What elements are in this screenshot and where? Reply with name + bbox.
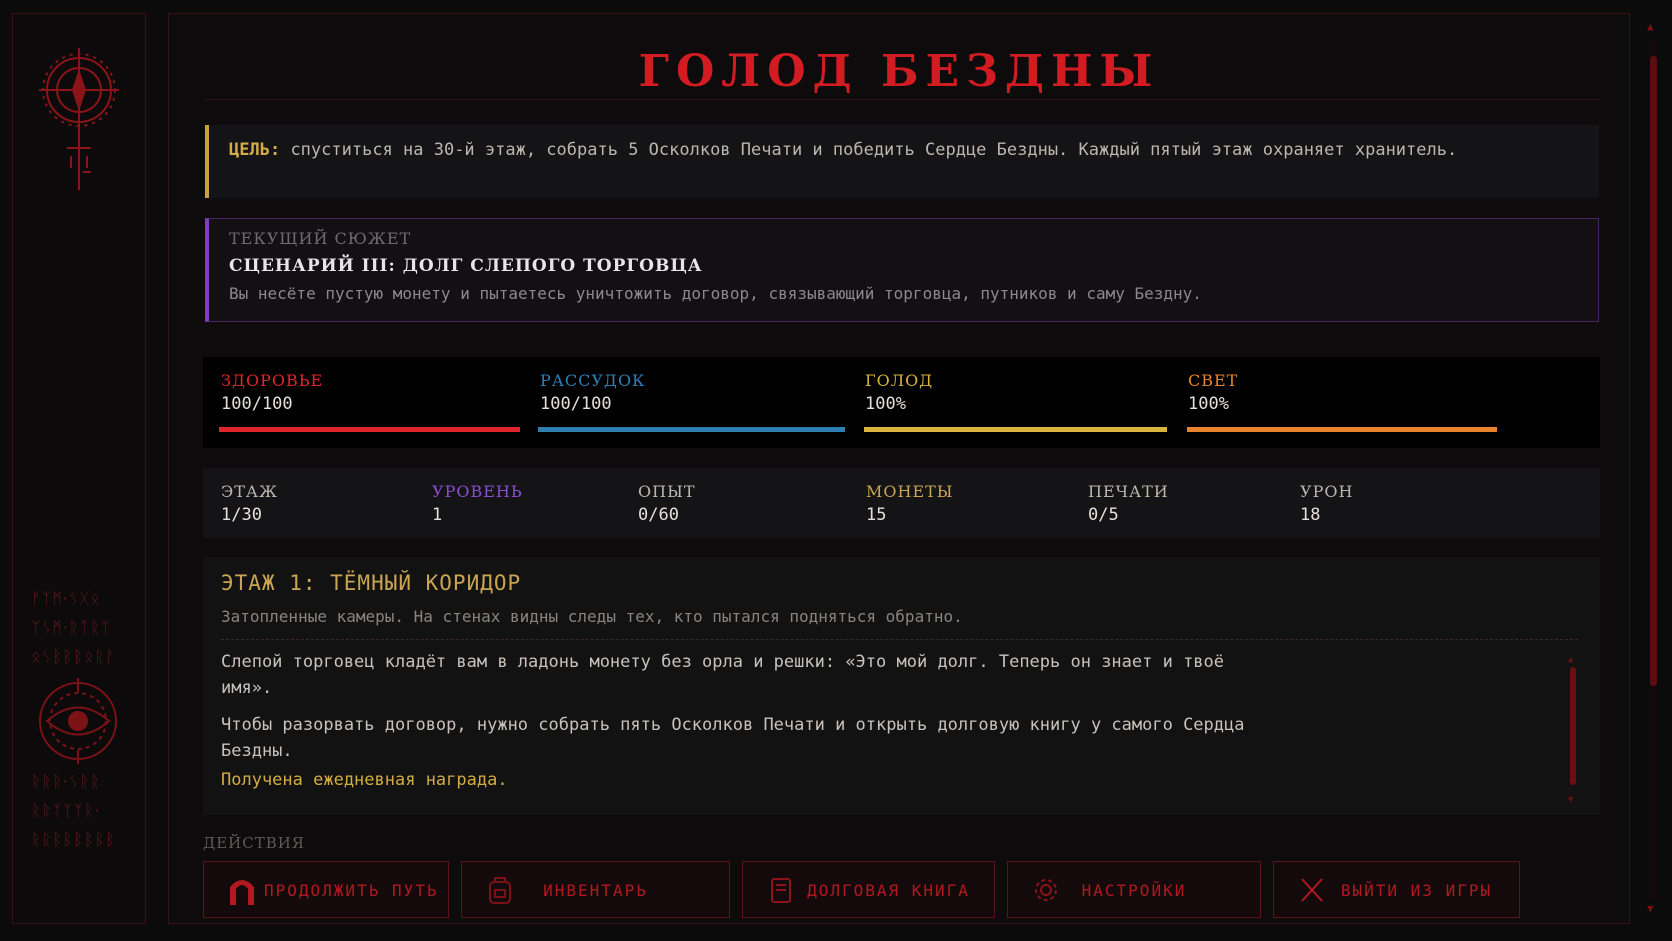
info-name: ОПЫТ	[638, 482, 696, 501]
info-value: 0/60	[638, 505, 679, 525]
stat-name: РАССУДОК	[540, 371, 646, 390]
info-name: УРОН	[1300, 482, 1354, 501]
goal-label: ЦЕЛЬ:	[229, 140, 281, 160]
scroll-up-icon[interactable]: ▲	[1568, 655, 1573, 665]
game-title: ГОЛОД БЕЗДНЫ	[638, 46, 1160, 97]
eye-sigil-icon	[39, 678, 117, 764]
button-label: НАСТРОЙКИ	[1081, 881, 1187, 900]
rune-line: ᛉᛊᛗ·ᚱᛏᚱᛉ	[31, 618, 112, 637]
scenario-description: Вы несёте пустую монету и пытаетесь унич…	[229, 284, 1202, 303]
stat-sanity: РАССУДОК 100/100	[540, 371, 645, 414]
scenario-title: СЦЕНАРИЙ III: ДОЛГ СЛЕПОГО ТОРГОВЦА	[229, 256, 703, 276]
goal-box: ЦЕЛЬ: спуститься на 30-й этаж, собрать 5…	[205, 125, 1599, 198]
settings-button[interactable]: НАСТРОЙКИ	[1007, 861, 1261, 918]
light-bar	[1187, 427, 1497, 432]
info-value: 0/5	[1088, 505, 1119, 525]
stat-value: 100%	[1188, 394, 1229, 414]
scroll-up-icon[interactable]: ▲	[1647, 20, 1654, 33]
stat-health: ЗДОРОВЬЕ 100/100	[221, 371, 323, 414]
info-damage: УРОН 18	[1300, 482, 1353, 525]
sanity-bar	[538, 427, 845, 432]
page-scrollbar[interactable]: ▲ ▼	[1646, 20, 1660, 918]
rune-inscription-bottom: ᚱᚱᚱ·ᛊᚱᚱ ᚱᚱᛉᛉᛉᚱ· ᚱᚱᛒᛒᛒᛒᛒᛒ	[31, 767, 116, 854]
stat-name: ЗДОРОВЬЕ	[221, 371, 324, 390]
log-scrollbar[interactable]: ▲ ▼	[1568, 655, 1576, 805]
continue-button[interactable]: ПРОДОЛЖИТЬ ПУТЬ	[203, 861, 449, 918]
button-label: ВЫЙТИ ИЗ ИГРЫ	[1340, 881, 1493, 900]
rune-line: ᛟᛊᛒᛒᛒᛟᚱᚨ	[31, 647, 116, 666]
scroll-down-icon[interactable]: ▼	[1647, 902, 1654, 915]
rune-line: ᚠᛉᛗ·ᛊᚷᛟ	[31, 589, 101, 608]
info-name: ПЕЧАТИ	[1088, 482, 1169, 501]
log-entry: Слепой торговец кладёт вам в ладонь моне…	[221, 652, 1225, 698]
rune-line: ᚱᚱᚱ·ᛊᚱᚱ	[31, 772, 101, 791]
info-name: ЭТАЖ	[221, 482, 279, 501]
compass-sigil-icon	[39, 48, 119, 190]
info-experience: ОПЫТ 0/60	[638, 482, 695, 525]
stat-value: 100/100	[540, 394, 612, 414]
info-seals: ПЕЧАТИ 0/5	[1088, 482, 1169, 525]
stat-value: 100/100	[221, 394, 293, 414]
main-panel: ГОЛОД БЕЗДНЫ ЦЕЛЬ: спуститься на 30-й эт…	[168, 13, 1630, 924]
rune-line: ᚱᚱᛒᛒᛒᛒᛒᛒ	[31, 830, 116, 849]
goal-text: спуститься на 30-й этаж, собрать 5 Оскол…	[290, 140, 1458, 160]
scroll-thumb[interactable]	[1650, 56, 1657, 686]
info-name: МОНЕТЫ	[866, 482, 954, 501]
floor-description: Затопленные камеры. На стенах видны след…	[221, 607, 963, 626]
info-value: 15	[866, 505, 887, 525]
info-value: 18	[1300, 505, 1321, 525]
reward-message: Получена ежедневная награда.	[221, 770, 508, 790]
stat-name: ГОЛОД	[865, 371, 934, 390]
scroll-down-icon[interactable]: ▼	[1568, 795, 1573, 805]
vital-stats-panel: ЗДОРОВЬЕ 100/100 РАССУДОК 100/100 ГОЛОД …	[203, 357, 1600, 448]
log-divider	[221, 639, 1578, 640]
info-level: УРОВЕНЬ 1	[432, 482, 523, 525]
exit-game-button[interactable]: ВЫЙТИ ИЗ ИГРЫ	[1273, 861, 1520, 918]
progress-info-panel: ЭТАЖ 1/30 УРОВЕНЬ 1 ОПЫТ 0/60 МОНЕТЫ 15 …	[203, 468, 1600, 538]
story-label: ТЕКУЩИЙ СЮЖЕТ	[229, 229, 412, 248]
log-entry: Чтобы разорвать договор, нужно собрать п…	[221, 715, 1245, 761]
title-divider	[205, 99, 1599, 100]
debt-book-button[interactable]: ДОЛГОВАЯ КНИГА	[742, 861, 995, 918]
stat-value: 100%	[865, 394, 906, 414]
info-value: 1	[432, 505, 443, 525]
stat-name: СВЕТ	[1188, 371, 1239, 390]
rune-line: ᚱᚱᛉᛉᛉᚱ·	[31, 801, 101, 820]
rune-inscription-top: ᚠᛉᛗ·ᛊᚷᛟ ᛉᛊᛗ·ᚱᛏᚱᛉ ᛟᛊᛒᛒᛒᛟᚱᚨ	[31, 584, 116, 671]
left-sidebar: ᚠᛉᛗ·ᛊᚷᛟ ᛉᛊᛗ·ᚱᛏᚱᛉ ᛟᛊᛒᛒᛒᛟᚱᚨ ᚱᚱᚱ·ᛊᚱᚱ ᚱᚱᛉᛉᛉᚱ…	[12, 13, 146, 924]
button-label: ПРОДОЛЖИТЬ ПУТЬ	[264, 881, 439, 900]
floor-title: ЭТАЖ 1: ТЁМНЫЙ КОРИДОР	[221, 571, 522, 595]
actions-label: ДЕЙСТВИЯ	[203, 834, 305, 852]
arch-icon	[230, 880, 254, 905]
info-value: 1/30	[221, 505, 262, 525]
stat-light: СВЕТ 100%	[1188, 371, 1238, 414]
story-box: ТЕКУЩИЙ СЮЖЕТ СЦЕНАРИЙ III: ДОЛГ СЛЕПОГО…	[205, 218, 1599, 322]
hunger-bar	[864, 427, 1167, 432]
stat-hunger: ГОЛОД 100%	[865, 371, 933, 414]
inventory-button[interactable]: ИНВЕНТАРЬ	[461, 861, 730, 918]
log-scroll-thumb[interactable]	[1570, 667, 1576, 785]
info-coins: МОНЕТЫ 15	[866, 482, 954, 525]
button-label: ИНВЕНТАРЬ	[543, 881, 648, 900]
health-bar	[219, 427, 520, 432]
event-log[interactable]: ЭТАЖ 1: ТЁМНЫЙ КОРИДОР Затопленные камер…	[203, 557, 1600, 815]
button-label: ДОЛГОВАЯ КНИГА	[807, 881, 970, 900]
info-name: УРОВЕНЬ	[432, 482, 523, 501]
info-floor: ЭТАЖ 1/30	[221, 482, 278, 525]
